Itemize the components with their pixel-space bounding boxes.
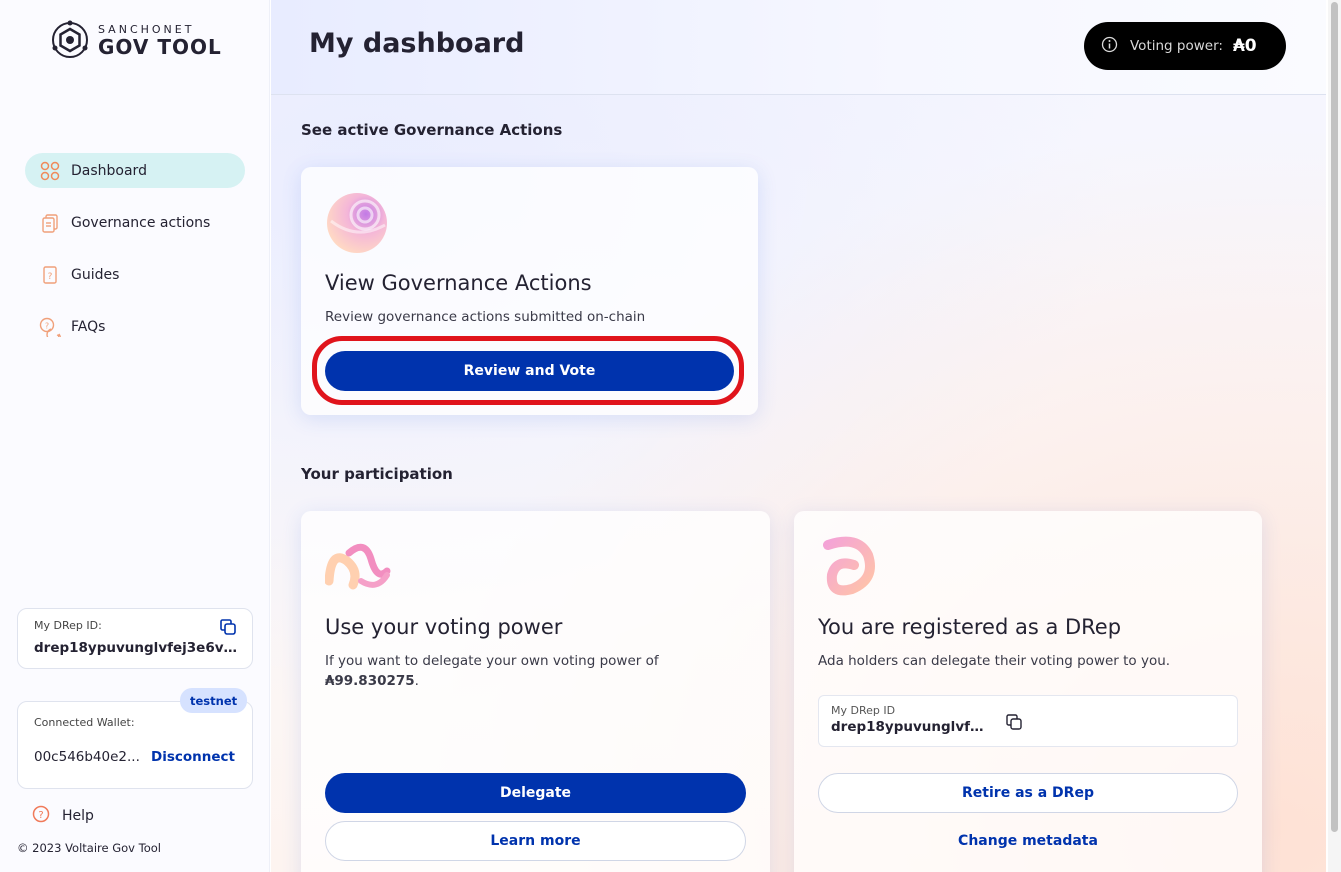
logo-bottom-text: GOV TOOL <box>98 34 222 59</box>
drep-registered-card: You are registered as a DRep Ada holders… <box>794 511 1262 872</box>
logo-top-text: SANCHONET <box>98 22 195 36</box>
network-badge: testnet <box>180 688 248 713</box>
view-governance-title: View Governance Actions <box>325 271 592 295</box>
sidebar-item-label: Guides <box>71 266 120 283</box>
drep-card-description: Ada holders can delegate their voting po… <box>818 653 1171 669</box>
top-bar: My dashboard Voting power: ₳0 <box>271 0 1326 95</box>
logo-icon <box>52 20 88 58</box>
swirl-illustration-icon <box>324 541 391 595</box>
info-icon <box>1101 36 1118 57</box>
sidebar-item-faqs[interactable]: ? FAQs <box>25 309 245 344</box>
my-drep-id-label: My DRep ID: <box>34 619 102 632</box>
retire-as-drep-button[interactable]: Retire as a DRep <box>818 773 1238 813</box>
sidebar-item-dashboard[interactable]: Dashboard <box>25 153 245 188</box>
voting-power-card: Use your voting power If you want to del… <box>301 511 770 872</box>
connected-wallet-box: Connected Wallet: 00c546b40e2... Disconn… <box>17 701 253 789</box>
my-drep-id-box: My DRep ID: drep18ypuvunglvfej3e6vw0... <box>17 608 253 669</box>
section-participation-title: Your participation <box>301 465 453 483</box>
section-active-title: See active Governance Actions <box>301 121 563 139</box>
drep-id-label: My DRep ID <box>831 704 896 717</box>
svg-text:?: ? <box>45 321 49 330</box>
svg-text:?: ? <box>38 810 43 821</box>
dashboard-icon <box>39 160 61 182</box>
copyright: © 2023 Voltaire Gov Tool <box>17 841 161 855</box>
sidebar-item-label: Governance actions <box>71 214 211 231</box>
help-label: Help <box>62 808 94 824</box>
voting-power-description: If you want to delegate your own voting … <box>325 651 745 691</box>
disconnect-button[interactable]: Disconnect <box>151 749 235 765</box>
wallet-address: 00c546b40e2... <box>34 749 140 765</box>
my-drep-id-value: drep18ypuvunglvfej3e6vw0... <box>34 640 239 656</box>
connected-wallet-label: Connected Wallet: <box>34 716 135 729</box>
voting-power-title: Use your voting power <box>325 615 563 639</box>
voting-power-label: Voting power: <box>1130 38 1223 54</box>
drep-id-value: drep18ypuvunglvfej... <box>831 719 986 735</box>
faqs-icon: ? <box>39 316 61 338</box>
help-link[interactable]: ? Help <box>32 805 94 827</box>
voting-power-pill[interactable]: Voting power: ₳0 <box>1084 22 1286 70</box>
guides-icon: ? <box>39 264 61 286</box>
sidebar-item-governance-actions[interactable]: Governance actions <box>25 205 245 240</box>
orb-illustration-icon <box>325 191 389 259</box>
scrollbar[interactable] <box>1328 0 1341 872</box>
sidebar-item-label: Dashboard <box>71 162 147 179</box>
voting-power-value: ₳0 <box>1232 36 1257 56</box>
logo[interactable]: SANCHONET GOV TOOL <box>50 20 222 60</box>
sidebar-item-label: FAQs <box>71 318 106 335</box>
voting-power-amount-suffix: . <box>414 673 419 689</box>
view-governance-description: Review governance actions submitted on-c… <box>325 309 646 325</box>
voting-power-description-text: If you want to delegate your own voting … <box>325 653 659 669</box>
copy-icon[interactable] <box>1005 713 1023 735</box>
sidebar-nav: Dashboard Governance actions ? Guides ? … <box>25 153 245 361</box>
delegate-button[interactable]: Delegate <box>325 773 746 813</box>
main-content: My dashboard Voting power: ₳0 See active… <box>271 0 1326 872</box>
sidebar: SANCHONET GOV TOOL Dashboard Governance … <box>0 0 270 872</box>
learn-more-button[interactable]: Learn more <box>325 821 746 861</box>
drep-card-title: You are registered as a DRep <box>818 615 1122 639</box>
scrollbar-thumb[interactable] <box>1331 2 1338 832</box>
help-icon: ? <box>32 805 50 827</box>
page-title: My dashboard <box>309 28 525 59</box>
ring-illustration-icon <box>818 535 880 603</box>
sidebar-item-guides[interactable]: ? Guides <box>25 257 245 292</box>
change-metadata-button[interactable]: Change metadata <box>818 821 1238 861</box>
copy-icon[interactable] <box>219 618 237 640</box>
review-and-vote-button[interactable]: Review and Vote <box>325 351 734 391</box>
governance-actions-icon <box>39 212 61 234</box>
voting-power-amount: ₳99.830275 <box>325 673 415 689</box>
drep-id-field: My DRep ID drep18ypuvunglvfej... <box>818 695 1238 747</box>
svg-text:?: ? <box>48 272 53 282</box>
